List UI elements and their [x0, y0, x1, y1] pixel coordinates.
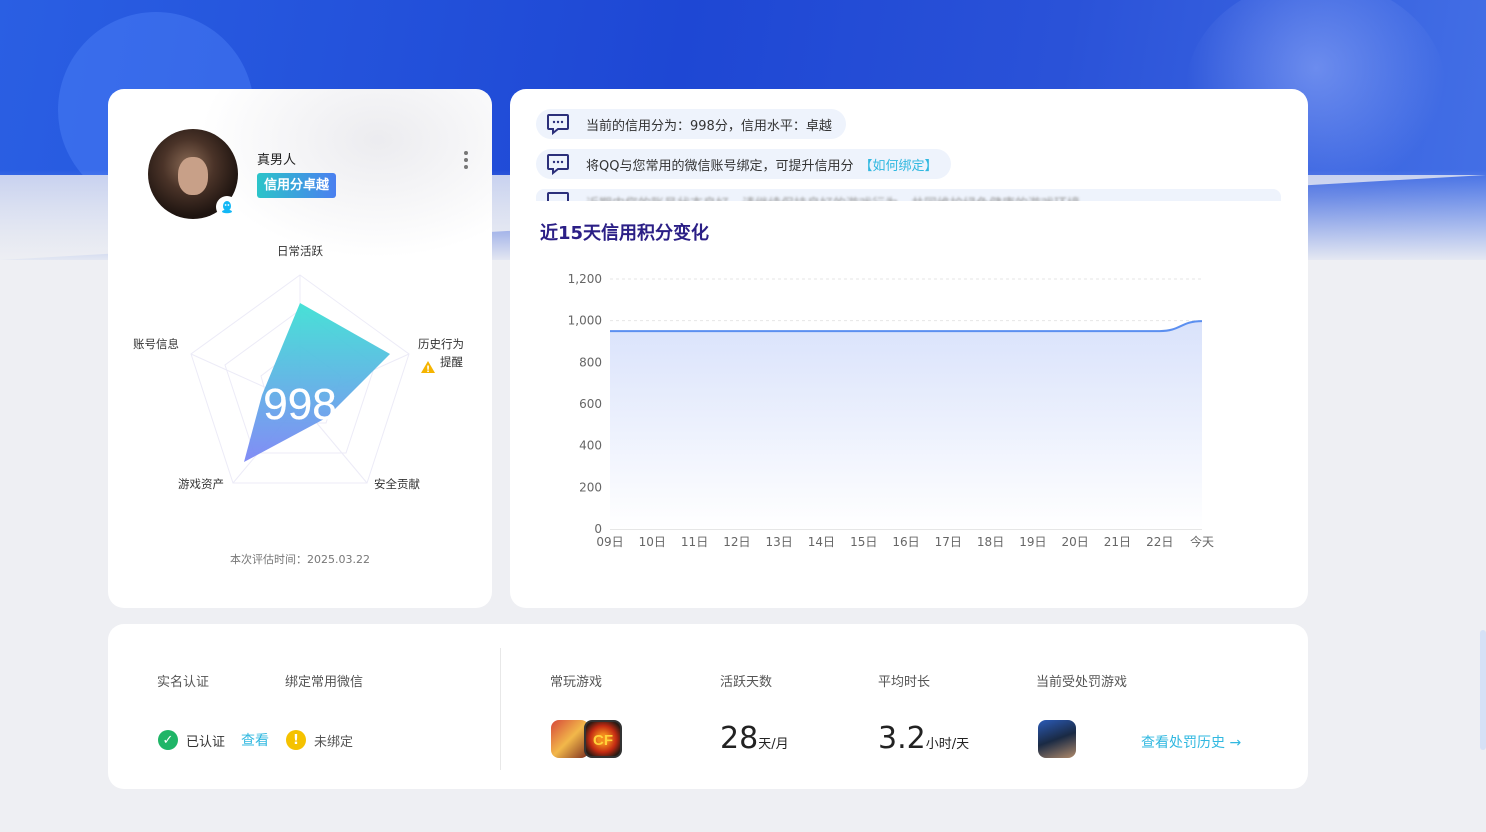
realname-status-text: 已认证 [186, 734, 226, 750]
y-tick-label: 200 [579, 480, 602, 494]
profile-card: 真男人 信用分卓越 998 日常活跃 历史行为 ! 提醒 安全贡献 游戏资产 账… [108, 89, 492, 608]
active-days-value: 28天/月 [720, 721, 789, 756]
axis-label-security: 安全贡献 [374, 477, 420, 491]
penalty-game-label: 当前受处罚游戏 [1036, 675, 1128, 690]
y-tick-label: 1,000 [568, 314, 602, 328]
crossfire-game-icon[interactable]: CF [584, 720, 622, 758]
warning-icon: ! [421, 361, 435, 375]
realname-status: ✓ 已认证 查看 [158, 730, 269, 750]
x-tick-label: 22日 [1146, 535, 1173, 549]
x-tick-label: 14日 [808, 535, 835, 549]
wechat-label: 绑定常用微信 [285, 675, 364, 690]
realname-label: 实名认证 [157, 675, 210, 690]
wechat-status-text: 未绑定 [314, 734, 354, 750]
x-tick-label: 18日 [977, 535, 1004, 549]
message-icon [547, 114, 569, 135]
x-tick-label: 今天 [1190, 534, 1214, 549]
axis-label-daily-active: 日常活跃 [277, 244, 323, 258]
notice-item: 当前的信用分为：998分，信用水平：卓越 [536, 109, 846, 139]
account-summary-card: 实名认证 绑定常用微信 ✓ 已认证 查看 ! 未绑定 常玩游戏 CF 活跃天数 … [108, 624, 1308, 789]
chart-line [610, 320, 1203, 333]
games-label: 常玩游戏 [550, 675, 603, 690]
penalty-history-link[interactable]: 查看处罚历史 → [1141, 732, 1241, 752]
qq-icon [216, 196, 238, 218]
message-icon [547, 192, 569, 201]
radar-score: 998 [263, 380, 336, 429]
x-tick-label: 20日 [1062, 535, 1089, 549]
credit-level-badge: 信用分卓越 [257, 173, 337, 198]
realname-view-link[interactable]: 查看 [241, 730, 269, 750]
axis-label-history-sub: 提醒 [440, 355, 463, 369]
more-options-icon[interactable] [460, 151, 472, 171]
wechat-status: ! 未绑定 [286, 730, 353, 750]
svg-text:!: ! [426, 365, 430, 375]
x-tick-label: 21日 [1104, 535, 1131, 549]
y-tick-label: 400 [579, 439, 602, 453]
avg-duration-value: 3.2小时/天 [878, 721, 970, 756]
y-tick-label: 800 [579, 355, 602, 369]
message-icon [547, 154, 569, 175]
evaluation-time: 本次评估时间：2025.03.22 [230, 553, 370, 566]
axis-label-history: 历史行为 [418, 337, 464, 351]
active-days-label: 活跃天数 [720, 675, 773, 690]
axis-label-assets: 游戏资产 [178, 477, 224, 491]
x-tick-label: 16日 [892, 535, 919, 549]
penalized-game-icon[interactable] [1038, 720, 1076, 758]
credit-radar-chart: 998 日常活跃 历史行为 ! 提醒 安全贡献 游戏资产 账号信息 [133, 244, 464, 491]
y-tick-label: 0 [594, 522, 602, 536]
y-tick-label: 600 [579, 397, 602, 411]
chart-area [610, 321, 1202, 529]
check-icon: ✓ [158, 730, 178, 750]
how-to-bind-link[interactable]: 【如何绑定】 [859, 155, 937, 174]
x-tick-label: 10日 [639, 535, 666, 549]
warning-icon: ! [286, 730, 306, 750]
x-tick-label: 09日 [596, 535, 623, 549]
y-tick-label: 1,200 [568, 272, 602, 286]
credit-trend-chart: 0 200 400 600 800 1,000 1,200 09日 10日 11日 12日 13日 1… [568, 272, 1214, 549]
notice-item: 近期内您的账号状态良好，请继续保持良好的游戏行为，共同维护绿色健康的游戏环境 [536, 189, 1281, 201]
x-tick-label: 15日 [850, 535, 877, 549]
avg-duration-label: 平均时长 [878, 675, 931, 690]
x-tick-label: 13日 [766, 535, 793, 549]
notice-text: 当前的信用分为：998分，信用水平：卓越 [586, 118, 832, 134]
svg-text:CF: CF [593, 732, 613, 749]
x-tick-label: 17日 [935, 535, 962, 549]
notice-text: 近期内您的账号状态良好，请继续保持良好的游戏行为，共同维护绿色健康的游戏环境 [586, 193, 1080, 202]
x-tick-label: 12日 [723, 535, 750, 549]
credit-trend-card: 当前的信用分为：998分，信用水平：卓越 将QQ与您常用的微信账号绑定，可提升信… [510, 89, 1308, 608]
x-tick-label: 11日 [681, 535, 708, 549]
divider [500, 648, 501, 770]
notice-text: 将QQ与您常用的微信账号绑定，可提升信用分 [586, 158, 854, 174]
notice-item: 将QQ与您常用的微信账号绑定，可提升信用分 【如何绑定】 [536, 149, 952, 179]
x-tick-label: 19日 [1019, 535, 1046, 549]
chart-title: 近15天信用积分变化 [540, 223, 710, 244]
username: 真男人 [257, 153, 297, 168]
scrollbar[interactable] [1480, 630, 1486, 750]
axis-label-account: 账号信息 [133, 337, 179, 351]
